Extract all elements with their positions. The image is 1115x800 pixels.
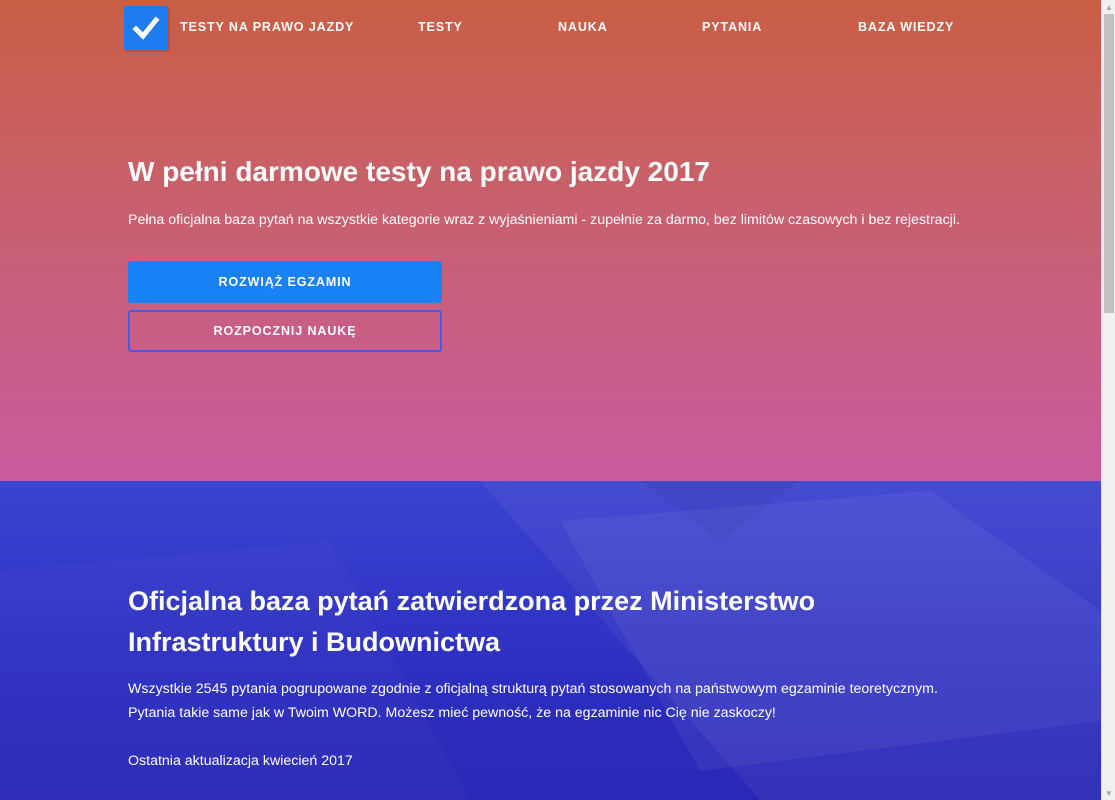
section-title: Oficjalna baza pytań zatwierdzona przez … bbox=[128, 586, 816, 657]
vertical-scrollbar[interactable]: ▲ ▼ bbox=[1101, 0, 1115, 800]
nav-link-nauka[interactable]: NAUKA bbox=[558, 20, 608, 34]
page: TESTY NA PRAWO JAZDY TESTY NAUKA PYTANIA… bbox=[0, 0, 1115, 800]
scroll-up-arrow-icon[interactable]: ▲ bbox=[1102, 0, 1115, 14]
hero-section: TESTY NA PRAWO JAZDY TESTY NAUKA PYTANIA… bbox=[0, 0, 1101, 481]
checkmark-icon bbox=[132, 16, 160, 40]
nav-link-testy[interactable]: TESTY bbox=[418, 20, 463, 34]
hero-subtitle: Pełna oficjalna baza pytań na wszystkie … bbox=[128, 212, 960, 228]
nav-link-baza-wiedzy[interactable]: BAZA WIEDZY bbox=[858, 20, 954, 34]
top-navigation: TESTY NA PRAWO JAZDY TESTY NAUKA PYTANIA… bbox=[0, 0, 1101, 56]
brand-name[interactable]: TESTY NA PRAWO JAZDY bbox=[180, 20, 354, 34]
site-logo[interactable] bbox=[124, 6, 168, 50]
scrollbar-thumb[interactable] bbox=[1104, 14, 1114, 313]
scroll-down-arrow-icon[interactable]: ▼ bbox=[1102, 786, 1115, 800]
last-update-text: Ostatnia aktualizacja kwiecień 2017 bbox=[128, 753, 353, 769]
description-line-1: Wszystkie 2545 pytania pogrupowane zgodn… bbox=[128, 681, 938, 697]
hero-title: W pełni darmowe testy na prawo jazdy 201… bbox=[128, 156, 710, 187]
official-database-section: Oficjalna baza pytań zatwierdzona przez … bbox=[0, 481, 1101, 800]
section-description: Wszystkie 2545 pytania pogrupowane zgodn… bbox=[128, 677, 938, 725]
nav-link-pytania[interactable]: PYTANIA bbox=[702, 20, 762, 34]
solve-exam-button[interactable]: ROZWIĄŻ EGZAMIN bbox=[128, 261, 442, 303]
description-line-2: Pytania takie same jak w Twoim WORD. Moż… bbox=[128, 705, 776, 721]
start-learning-button[interactable]: ROZPOCZNIJ NAUKĘ bbox=[128, 310, 442, 352]
